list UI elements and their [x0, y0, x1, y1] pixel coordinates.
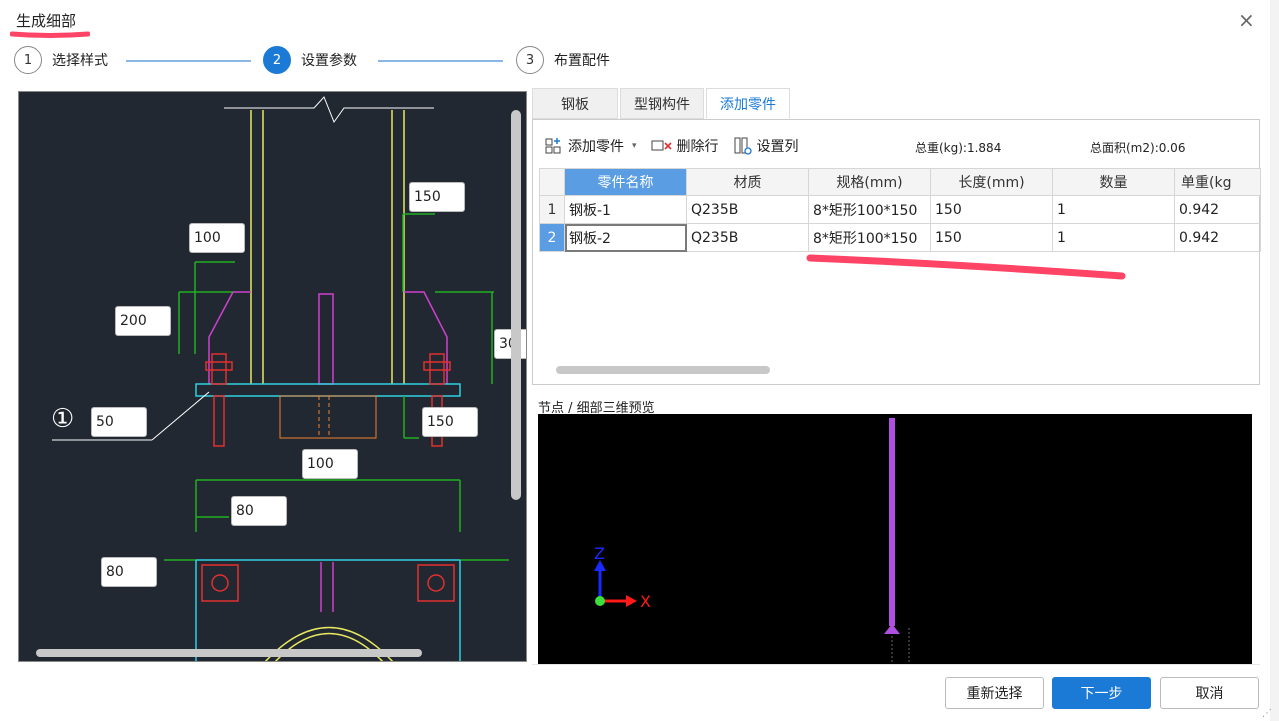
part-name-cell[interactable]: 钢板-2 [564, 223, 687, 252]
close-icon[interactable]: × [1238, 8, 1255, 32]
cad-vertical-scrollbar[interactable] [511, 110, 521, 500]
step-1: 1 选择样式 [14, 46, 108, 74]
3d-preview-viewport[interactable]: Z X [538, 414, 1252, 664]
dimension-label[interactable]: 200 [115, 306, 171, 336]
parameter-tabs: 钢板 型钢构件 添加零件 [532, 88, 792, 119]
row-number: 2 [539, 223, 565, 252]
spec-cell[interactable]: 8*矩形100*150 [808, 195, 931, 224]
dimension-label[interactable]: 80 [101, 557, 157, 587]
reselect-button[interactable]: 重新选择 [945, 677, 1044, 709]
tab-steel-plate[interactable]: 钢板 [532, 88, 618, 119]
red-annotation-underline-spec [806, 254, 1126, 280]
part-name-cell[interactable]: 钢板-1 [564, 195, 687, 224]
3d-preview-scene [594, 418, 910, 664]
row-number: 1 [539, 195, 565, 224]
delete-row-button[interactable]: 删除行 [651, 136, 719, 156]
total-area: 总面积(m2):0.06 [1090, 141, 1186, 155]
dropdown-icon[interactable]: ▾ [632, 141, 637, 151]
generate-detail-dialog: 生成细部 × 1 选择样式 2 设置参数 3 布置配件 ① 150 100 20… [0, 0, 1272, 721]
next-button[interactable]: 下一步 [1052, 677, 1151, 709]
set-columns-button[interactable]: 设置列 [733, 136, 799, 156]
column-header[interactable]: 材质 [686, 168, 809, 196]
step-number: 2 [263, 46, 291, 74]
table-row[interactable]: 1 钢板-1 Q235B 8*矩形100*150 150 1 0.942 [539, 195, 1261, 224]
delete-row-icon [651, 140, 672, 151]
add-part-label: 添加零件 [568, 139, 624, 155]
quantity-cell[interactable]: 1 [1052, 195, 1175, 224]
unit-weight-cell[interactable]: 0.942 [1174, 195, 1261, 224]
resize-grip-icon[interactable]: ⋰ [1262, 708, 1272, 719]
step-connector [126, 60, 251, 62]
material-cell[interactable]: Q235B [686, 195, 809, 224]
spec-cell[interactable]: 8*矩形100*150 [808, 223, 931, 252]
step-connector [378, 60, 503, 62]
column-header[interactable]: 单重(kg [1174, 168, 1261, 196]
length-cell[interactable]: 150 [930, 195, 1053, 224]
step-3: 3 布置配件 [516, 46, 610, 74]
add-part-icon [545, 138, 561, 154]
step-label: 设置参数 [301, 53, 357, 69]
cancel-button[interactable]: 取消 [1160, 677, 1259, 709]
footer-separator [532, 664, 1260, 665]
table-row[interactable]: 2 钢板-2 Q235B 8*矩形100*150 150 1 0.942 [539, 223, 1261, 252]
column-header[interactable]: 规格(mm) [808, 168, 931, 196]
tab-add-parts[interactable]: 添加零件 [706, 88, 790, 119]
step-2: 2 设置参数 [263, 46, 357, 74]
step-label: 布置配件 [554, 53, 610, 69]
table-horizontal-scrollbar[interactable] [556, 366, 770, 374]
step-label: 选择样式 [52, 53, 108, 69]
step-number: 3 [516, 46, 544, 74]
row-number-header [539, 168, 565, 196]
cad-drawing [52, 96, 509, 661]
total-weight: 总重(kg):1.884 [915, 141, 1002, 155]
axis-x-label: X [640, 592, 651, 611]
dimension-label[interactable]: 150 [409, 182, 465, 212]
dimension-label[interactable]: 150 [422, 407, 478, 437]
column-header[interactable]: 长度(mm) [930, 168, 1053, 196]
parts-table: 零件名称 材质 规格(mm) 长度(mm) 数量 单重(kg 1 钢板-1 Q2… [539, 168, 1261, 252]
material-cell[interactable]: Q235B [686, 223, 809, 252]
columns-icon [734, 137, 752, 155]
unit-weight-cell[interactable]: 0.942 [1174, 223, 1261, 252]
dimension-label[interactable]: 50 [91, 407, 147, 437]
column-header[interactable]: 零件名称 [564, 168, 687, 196]
delete-row-label: 删除行 [676, 139, 719, 155]
node-marker-label: ① [51, 404, 75, 434]
red-annotation-underline-title [10, 31, 90, 38]
dialog-title: 生成细部 [16, 12, 77, 30]
dimension-label[interactable]: 80 [231, 496, 287, 526]
tab-section-steel[interactable]: 型钢构件 [620, 88, 704, 119]
step-number: 1 [14, 46, 42, 74]
parts-toolbar: 添加零件 ▾ 删除行 设置列 [544, 136, 813, 156]
column-header[interactable]: 数量 [1052, 168, 1175, 196]
add-part-button[interactable]: 添加零件 ▾ [544, 136, 637, 156]
axis-z-label: Z [594, 544, 605, 563]
set-columns-label: 设置列 [756, 139, 799, 155]
quantity-cell[interactable]: 1 [1052, 223, 1175, 252]
dimension-label[interactable]: 100 [302, 449, 358, 479]
dimension-label[interactable]: 100 [189, 223, 245, 253]
length-cell[interactable]: 150 [930, 223, 1053, 252]
cad-horizontal-scrollbar[interactable] [36, 649, 422, 657]
cad-drawing-view[interactable]: ① 150 100 200 50 150 100 80 80 30 [18, 91, 527, 662]
table-header-row: 零件名称 材质 规格(mm) 长度(mm) 数量 单重(kg [539, 168, 1261, 196]
